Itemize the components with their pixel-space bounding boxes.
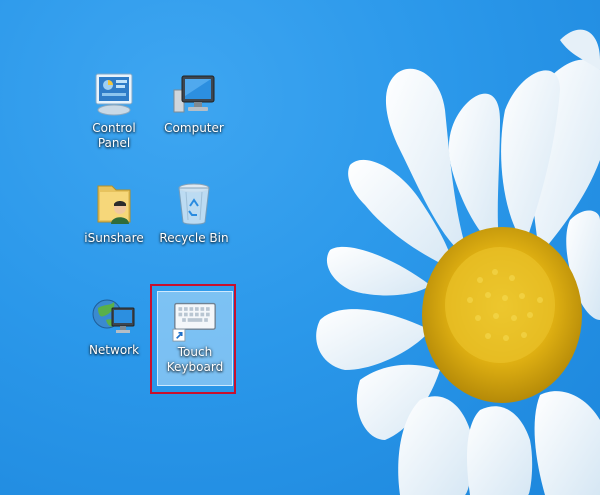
desktop-icon-label: iSunshare — [84, 231, 144, 245]
desktop-icon-label: Network — [88, 343, 140, 357]
desktop-icon-label: Computer — [164, 121, 224, 135]
desktop-icon-label: Recycle Bin — [159, 231, 229, 245]
computer-icon — [173, 75, 215, 113]
desktop-icon-computer[interactable]: Computer — [156, 70, 232, 136]
desktop-icon-label: Control Panel — [92, 121, 136, 150]
recycle-bin-icon — [178, 183, 210, 225]
desktop-icon-isunshare[interactable]: iSunshare — [76, 180, 152, 246]
user-folder-icon — [97, 185, 131, 224]
control-panel-icon — [95, 73, 133, 116]
desktop-icon-control-panel[interactable]: Control Panel — [76, 70, 152, 151]
network-icon — [92, 299, 135, 333]
desktop-icon-recycle-bin[interactable]: Recycle Bin — [156, 180, 232, 246]
desktop-icon-network[interactable]: Network — [76, 292, 152, 358]
highlight-box — [150, 284, 236, 394]
desktop[interactable]: Control Panel Computer iSunshare Recycle… — [0, 0, 600, 495]
